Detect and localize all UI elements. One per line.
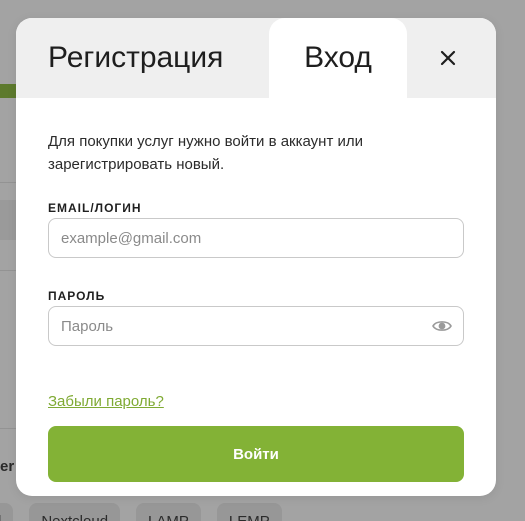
close-button[interactable] [434, 44, 462, 72]
background-side-text: er [0, 458, 15, 475]
password-field[interactable] [48, 306, 464, 346]
tab-login[interactable]: Вход [269, 18, 407, 98]
email-field[interactable] [48, 218, 464, 258]
background-tag: LAMP [136, 503, 201, 521]
login-button[interactable]: Войти [48, 426, 464, 482]
intro-text: Для покупки услуг нужно войти в аккаунт … [48, 133, 364, 173]
email-label: EMAIL/ЛОГИН [48, 201, 142, 215]
background-tag-list: l Nextcloud LAMP LEMP [0, 503, 282, 521]
forgot-password-link[interactable]: Забыли пароль? [48, 393, 164, 410]
background-tag: Nextcloud [29, 503, 121, 521]
background-tag: LEMP [216, 503, 282, 521]
close-icon [434, 44, 462, 72]
password-label: ПАРОЛЬ [48, 289, 106, 303]
auth-tabs: Регистрация Вход [16, 18, 496, 98]
background-tag: l [0, 503, 14, 521]
tab-register[interactable]: Регистрация [48, 18, 223, 98]
eye-icon[interactable] [432, 317, 452, 335]
auth-modal: Регистрация Вход Для покупки услуг нужно… [16, 18, 496, 496]
